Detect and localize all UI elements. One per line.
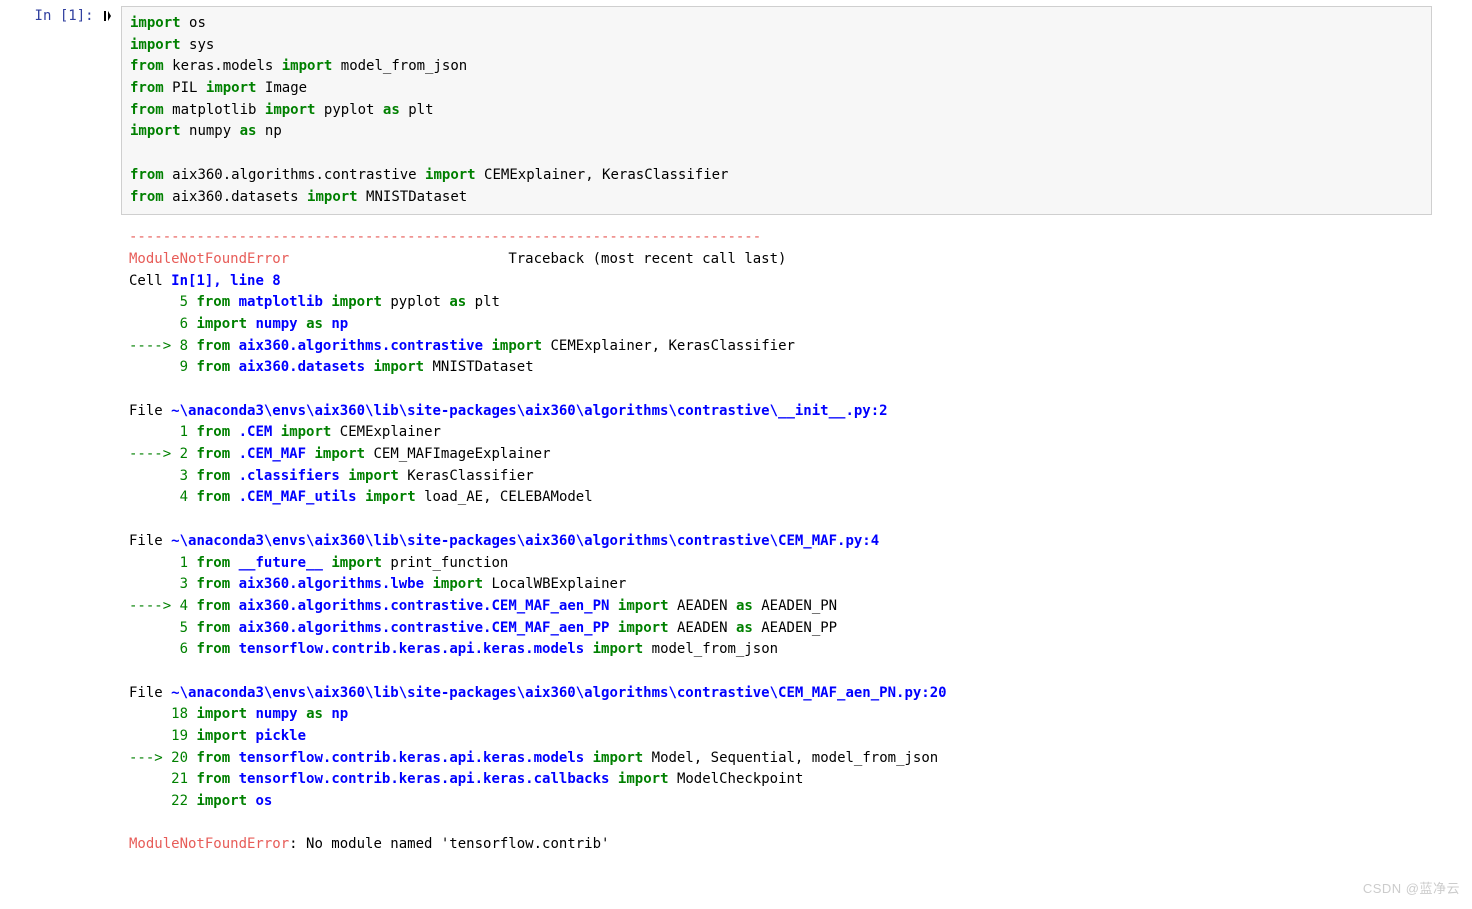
watermark: CSDN @蓝净云 [1363,879,1460,899]
prompt-area: In [1]: [0,6,121,215]
traceback-file: ~\anaconda3\envs\aix360\lib\site-package… [171,533,879,549]
final-error-name: ModuleNotFoundError [129,836,289,852]
output-prompt-spacer [0,221,121,856]
traceback-label: Traceback (most recent call last) [508,251,786,267]
output-cell: ----------------------------------------… [0,215,1472,856]
code-input[interactable]: import os import sys from keras.models i… [121,6,1432,215]
error-name: ModuleNotFoundError [129,251,289,267]
code-cell: In [1]: import os import sys from keras.… [0,0,1472,215]
error-separator: ----------------------------------------… [129,229,761,245]
run-icon[interactable] [102,6,115,28]
traceback-output: ----------------------------------------… [121,221,1432,856]
traceback-file: ~\anaconda3\envs\aix360\lib\site-package… [171,685,946,701]
prompt-label: In [1]: [35,8,94,24]
traceback-file: ~\anaconda3\envs\aix360\lib\site-package… [171,403,887,419]
final-error-msg: : No module named 'tensorflow.contrib' [289,836,609,852]
